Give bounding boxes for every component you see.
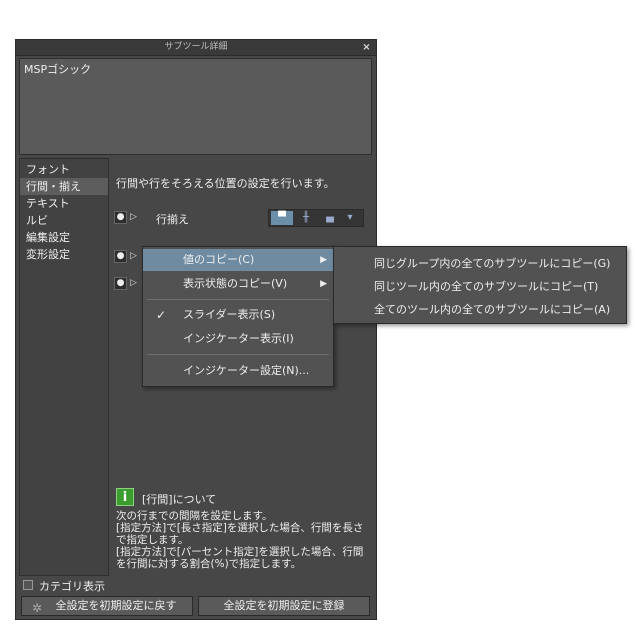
alignment-segmented-control: ▀ ╫ ▄ ▾ bbox=[268, 209, 364, 227]
category-item-edit-settings[interactable]: 編集設定 bbox=[20, 229, 108, 246]
category-item-text[interactable]: テキスト bbox=[20, 195, 108, 212]
expand-triangle-icon[interactable]: ▷ bbox=[130, 250, 140, 263]
align-center-icon[interactable]: ╫ bbox=[295, 211, 317, 225]
submenu-arrow-icon: ▶ bbox=[320, 279, 327, 289]
reset-to-default-button[interactable]: ✲ 全設定を初期設定に戻す bbox=[21, 596, 193, 616]
info-icon: i bbox=[116, 488, 134, 506]
eye-icon[interactable]: ● bbox=[114, 277, 127, 290]
menu-item-label: スライダー表示(S) bbox=[183, 308, 276, 321]
context-menu: 値のコピー(C) ▶ 表示状態のコピー(V) ▶ ✓ スライダー表示(S) イン… bbox=[142, 246, 334, 387]
align-bottom-icon[interactable]: ▄ bbox=[319, 211, 341, 225]
menu-item-copy-display-state[interactable]: 表示状態のコピー(V) ▶ bbox=[143, 273, 333, 295]
copy-value-submenu: 同じグループ内の全てのサブツールにコピー(G) 同じツール内の全てのサブツールに… bbox=[333, 246, 627, 324]
expand-triangle-icon[interactable]: ▷ bbox=[130, 277, 140, 290]
bottom-bar: カテゴリ表示 ✲ 全設定を初期設定に戻す 全設定を初期設定に登録 bbox=[19, 578, 373, 618]
info-section: i [行間]について 次の行までの間隔を設定します。 [指定方法]で[長さ指定]… bbox=[112, 488, 372, 574]
window-titlebar[interactable]: サブツール詳細 × bbox=[16, 40, 376, 56]
menu-item-slider-display[interactable]: ✓ スライダー表示(S) bbox=[143, 304, 333, 326]
submenu-item-copy-to-all[interactable]: 全てのツール内の全てのサブツールにコピー(A) bbox=[334, 299, 626, 321]
category-description: 行間や行をそろえる位置の設定を行います。 bbox=[116, 177, 335, 190]
menu-separator bbox=[147, 299, 329, 300]
font-name: MSPゴシック bbox=[24, 63, 92, 76]
eye-icon[interactable]: ● bbox=[114, 211, 127, 224]
category-toggle-checkbox[interactable] bbox=[23, 580, 33, 590]
menu-item-label: インジケーター表示(I) bbox=[183, 332, 294, 345]
category-toggle-label: カテゴリ表示 bbox=[39, 580, 105, 593]
window-title: サブツール詳細 bbox=[164, 42, 228, 52]
spinner-icon: ✲ bbox=[32, 601, 43, 615]
menu-item-label: インジケーター設定(N)... bbox=[183, 364, 310, 377]
register-button-label: 全設定を初期設定に登録 bbox=[223, 599, 345, 612]
submenu-item-copy-to-group[interactable]: 同じグループ内の全てのサブツールにコピー(G) bbox=[334, 253, 626, 275]
font-preview-box: MSPゴシック bbox=[19, 58, 372, 155]
register-default-button[interactable]: 全設定を初期設定に登録 bbox=[198, 596, 370, 616]
menu-item-label: 値のコピー(C) bbox=[183, 253, 255, 266]
chevron-down-icon[interactable]: ▾ bbox=[341, 211, 359, 225]
info-line: [指定方法]で[パーセント指定]を選択した場合、行間を行間に対する割合(%)で指… bbox=[116, 546, 364, 570]
eye-icon[interactable]: ● bbox=[114, 250, 127, 263]
submenu-arrow-icon: ▶ bbox=[320, 255, 327, 265]
category-list: フォント 行間・揃え テキスト ルビ 編集設定 変形設定 bbox=[19, 158, 109, 576]
info-line: [指定方法]で[長さ指定]を選択した場合、行間を長さで指定します。 bbox=[116, 522, 364, 546]
info-body: 次の行までの間隔を設定します。 [指定方法]で[長さ指定]を選択した場合、行間を… bbox=[116, 510, 368, 570]
reset-button-label: 全設定を初期設定に戻す bbox=[55, 599, 177, 612]
category-item-ruby[interactable]: ルビ bbox=[20, 212, 108, 229]
close-icon[interactable]: × bbox=[361, 42, 372, 53]
category-item-transform-settings[interactable]: 変形設定 bbox=[20, 246, 108, 263]
info-line: 次の行までの間隔を設定します。 bbox=[116, 510, 273, 522]
align-top-icon[interactable]: ▀ bbox=[271, 211, 293, 225]
menu-separator bbox=[147, 354, 329, 355]
menu-item-label: 表示状態のコピー(V) bbox=[183, 277, 288, 290]
check-icon: ✓ bbox=[156, 308, 167, 322]
submenu-item-copy-to-tool[interactable]: 同じツール内の全てのサブツールにコピー(T) bbox=[334, 276, 626, 298]
expand-triangle-icon[interactable]: ▷ bbox=[130, 211, 140, 224]
setting-row-alignment: ● ▷ 行揃え ▀ ╫ ▄ ▾ bbox=[112, 207, 372, 229]
info-title: [行間]について bbox=[142, 493, 217, 506]
menu-item-indicator-settings[interactable]: インジケーター設定(N)... bbox=[143, 360, 333, 382]
menu-item-copy-value[interactable]: 値のコピー(C) ▶ bbox=[143, 249, 333, 271]
setting-label-alignment: 行揃え bbox=[156, 213, 189, 226]
menu-item-indicator-display[interactable]: インジケーター表示(I) bbox=[143, 328, 333, 350]
category-item-font[interactable]: フォント bbox=[20, 161, 108, 178]
category-item-line-spacing[interactable]: 行間・揃え bbox=[20, 178, 108, 195]
